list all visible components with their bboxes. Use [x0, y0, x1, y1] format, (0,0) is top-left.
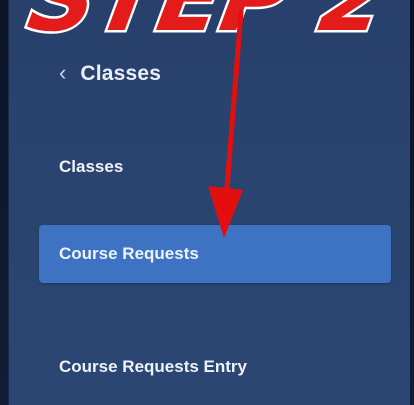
sidebar: ‹ Classes Classes Course Requests Course…: [8, 0, 410, 405]
sidebar-item-label: Course Requests: [59, 244, 199, 263]
back-to-classes-button[interactable]: ‹ Classes: [59, 58, 161, 90]
sidebar-item-course-requests[interactable]: Course Requests: [39, 225, 391, 283]
back-label: Classes: [80, 62, 162, 85]
sidebar-item-course-requests-entry[interactable]: Course Requests Entry: [39, 338, 391, 396]
sidebar-item-label: Classes: [59, 157, 124, 176]
sidebar-item-label: Course Requests Entry: [59, 357, 247, 376]
app-frame: ‹ Classes Classes Course Requests Course…: [0, 0, 414, 405]
chevron-left-icon: ‹: [59, 60, 67, 85]
sidebar-item-classes[interactable]: Classes: [39, 138, 391, 196]
